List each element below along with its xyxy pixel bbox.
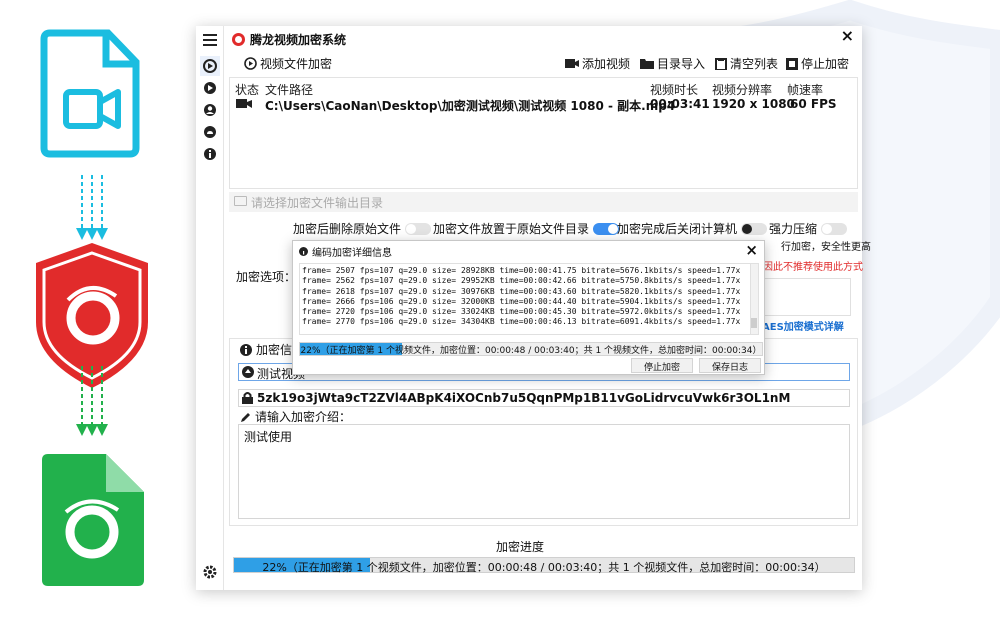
- dialog-progress-bar: 22%（正在加密第 1 个视频文件，加密位置：00:00:48 / 00:03:…: [299, 342, 763, 356]
- video-encrypt-icon: [244, 57, 257, 70]
- stop-encrypt-dialog-button[interactable]: 停止加密: [631, 358, 694, 373]
- log-scrollbar[interactable]: [750, 264, 758, 334]
- video-encrypt-nav-icon[interactable]: [200, 56, 220, 76]
- info-nav-icon[interactable]: [202, 146, 218, 162]
- clipboard-icon: [715, 57, 727, 70]
- log-line: frame= 2770 fps=106 q=29.0 size= 34304KB…: [302, 317, 741, 327]
- info-icon: [299, 247, 308, 256]
- same-dir-label: 加密文件放置于原始文件目录: [433, 222, 590, 236]
- arrow-down-icon: [81, 175, 103, 232]
- intro-textarea[interactable]: 测试使用: [238, 424, 850, 519]
- tab-encrypt-info[interactable]: 加密信: [240, 341, 292, 358]
- title-bar: 腾龙视频加密系统 ×: [224, 26, 862, 52]
- header-duration: 视频时长: [650, 83, 699, 97]
- folder-icon: [640, 59, 654, 69]
- header-fps: 帧速率: [787, 83, 824, 97]
- toolbar: 视频文件加密 添加视频 目录导入 清空列表 停止加密: [224, 52, 862, 76]
- row-fps: 60 FPS: [790, 97, 837, 111]
- pencil-icon: [241, 412, 250, 422]
- encode-detail-dialog: 编码加密详细信息 × frame= 2507 fps=107 q=29.0 si…: [292, 240, 765, 375]
- partial-note-1: 行加密，安全性更高: [781, 242, 871, 253]
- delete-source-label: 加密后删除原始文件: [293, 222, 402, 236]
- tab-encrypt-info-label: 加密信: [256, 343, 293, 357]
- stop-encrypt-button[interactable]: 停止加密: [786, 55, 849, 72]
- clear-list-label: 清空列表: [730, 57, 779, 71]
- header-status: 状态: [235, 83, 260, 97]
- user-nav-icon[interactable]: [202, 102, 218, 118]
- intro-label-text: 请输入加密介绍：: [255, 410, 352, 424]
- lock-icon: [242, 392, 253, 404]
- row-path: C:\Users\CaoNan\Desktop\加密测试视频\测试视频 1080…: [265, 99, 676, 113]
- progress-text: 22%（正在加密第 1 个视频文件，加密位置：00:00:48 / 00:03:…: [262, 561, 826, 574]
- app-title: 腾龙视频加密系统: [250, 33, 347, 47]
- log-line: frame= 2720 fps=106 q=29.0 size= 33024KB…: [302, 307, 741, 317]
- info-icon: [240, 343, 252, 356]
- clear-list-button[interactable]: 清空列表: [715, 55, 778, 72]
- close-icon[interactable]: ×: [841, 26, 854, 45]
- header-path: 文件路径: [265, 83, 314, 97]
- encrypt-options-label: 加密选项：: [236, 270, 297, 284]
- output-dir-placeholder: 请选择加密文件输出目录: [251, 196, 384, 210]
- add-video-button[interactable]: 添加视频: [565, 55, 630, 72]
- gear-icon[interactable]: [202, 564, 218, 580]
- menu-icon[interactable]: [202, 32, 218, 48]
- row-duration: 00:03:41: [650, 97, 710, 111]
- dialog-title: 编码加密详细信息: [299, 244, 392, 259]
- shutdown-toggle[interactable]: [741, 222, 768, 235]
- encryption-flow-illustration: [36, 29, 148, 586]
- delete-source-toggle[interactable]: [405, 222, 432, 235]
- encrypt-progress-bar: 22%（正在加密第 1 个视频文件，加密位置：00:00:48 / 00:03:…: [233, 557, 855, 574]
- shutdown-label: 加密完成后关闭计算机: [617, 222, 738, 236]
- stop-encrypt-label: 停止加密: [801, 57, 850, 71]
- section-title-label: 视频文件加密: [260, 57, 333, 71]
- app-logo-icon: [232, 33, 245, 46]
- compress-option[interactable]: 强力压缩: [769, 220, 848, 237]
- dialog-title-text: 编码加密详细信息: [312, 248, 392, 259]
- compress-toggle[interactable]: [821, 222, 848, 235]
- aes-mode-link[interactable]: AES加密模式详解: [762, 318, 844, 333]
- stop-icon: [786, 57, 798, 70]
- log-line: frame= 2562 fps=107 q=29.0 size= 29952KB…: [302, 276, 741, 286]
- log-line: frame= 2507 fps=107 q=29.0 size= 28928KB…: [302, 266, 741, 275]
- import-dir-label: 目录导入: [657, 57, 706, 71]
- output-dir-field[interactable]: 请选择加密文件输出目录: [229, 192, 858, 212]
- encrypted-file-icon: [42, 454, 144, 586]
- sidebar: [196, 26, 224, 590]
- log-output[interactable]: frame= 2507 fps=107 q=29.0 size= 28928KB…: [299, 263, 759, 335]
- video-file-icon: [40, 29, 140, 158]
- video-status-icon: [236, 99, 252, 108]
- progress-label: 加密进度: [496, 540, 545, 554]
- header-resolution: 视频分辨率: [712, 83, 773, 97]
- save-log-button[interactable]: 保存日志: [699, 358, 762, 373]
- import-dir-button[interactable]: 目录导入: [640, 55, 705, 72]
- partial-note-2: 因此不推荐使用此方式: [763, 262, 863, 273]
- add-video-label: 添加视频: [582, 57, 631, 71]
- cloud-nav-icon[interactable]: [202, 124, 218, 140]
- log-line: frame= 2666 fps=106 q=29.0 size= 32000KB…: [302, 296, 741, 306]
- folder-icon: [234, 196, 247, 206]
- section-title: 视频文件加密: [244, 55, 332, 72]
- same-dir-toggle[interactable]: [593, 222, 620, 235]
- row-resolution: 1920 x 1080: [712, 97, 795, 111]
- compress-label: 强力压缩: [769, 222, 818, 236]
- intro-label: 请输入加密介绍：: [240, 408, 351, 425]
- file-table: 状态 文件路径 视频时长 视频分辨率 帧速率 C:\Users\CaoNan\D…: [229, 77, 858, 189]
- add-video-icon: [565, 59, 579, 68]
- same-dir-option[interactable]: 加密文件放置于原始文件目录: [433, 220, 620, 237]
- password-field[interactable]: 5zk19o3jWta9cT2ZVl4ABpK4iXOCnb7u5QqnPMp1…: [238, 389, 850, 407]
- dialog-progress-text: 22%（正在加密第 1 个视频文件，加密位置：00:00:48 / 00:03:…: [300, 346, 762, 356]
- player-nav-icon[interactable]: [202, 80, 218, 96]
- up-arrow-icon: [242, 366, 254, 378]
- log-line: frame= 2618 fps=107 q=29.0 size= 30976KB…: [302, 286, 741, 296]
- password-value: 5zk19o3jWta9cT2ZVl4ABpK4iXOCnb7u5QqnPMp1…: [257, 391, 791, 405]
- encrypt-mode-box[interactable]: [756, 278, 851, 316]
- scroll-thumb[interactable]: [751, 318, 757, 328]
- close-icon[interactable]: ×: [745, 241, 758, 259]
- shutdown-option[interactable]: 加密完成后关闭计算机: [617, 220, 768, 237]
- delete-source-option[interactable]: 加密后删除原始文件: [293, 220, 432, 237]
